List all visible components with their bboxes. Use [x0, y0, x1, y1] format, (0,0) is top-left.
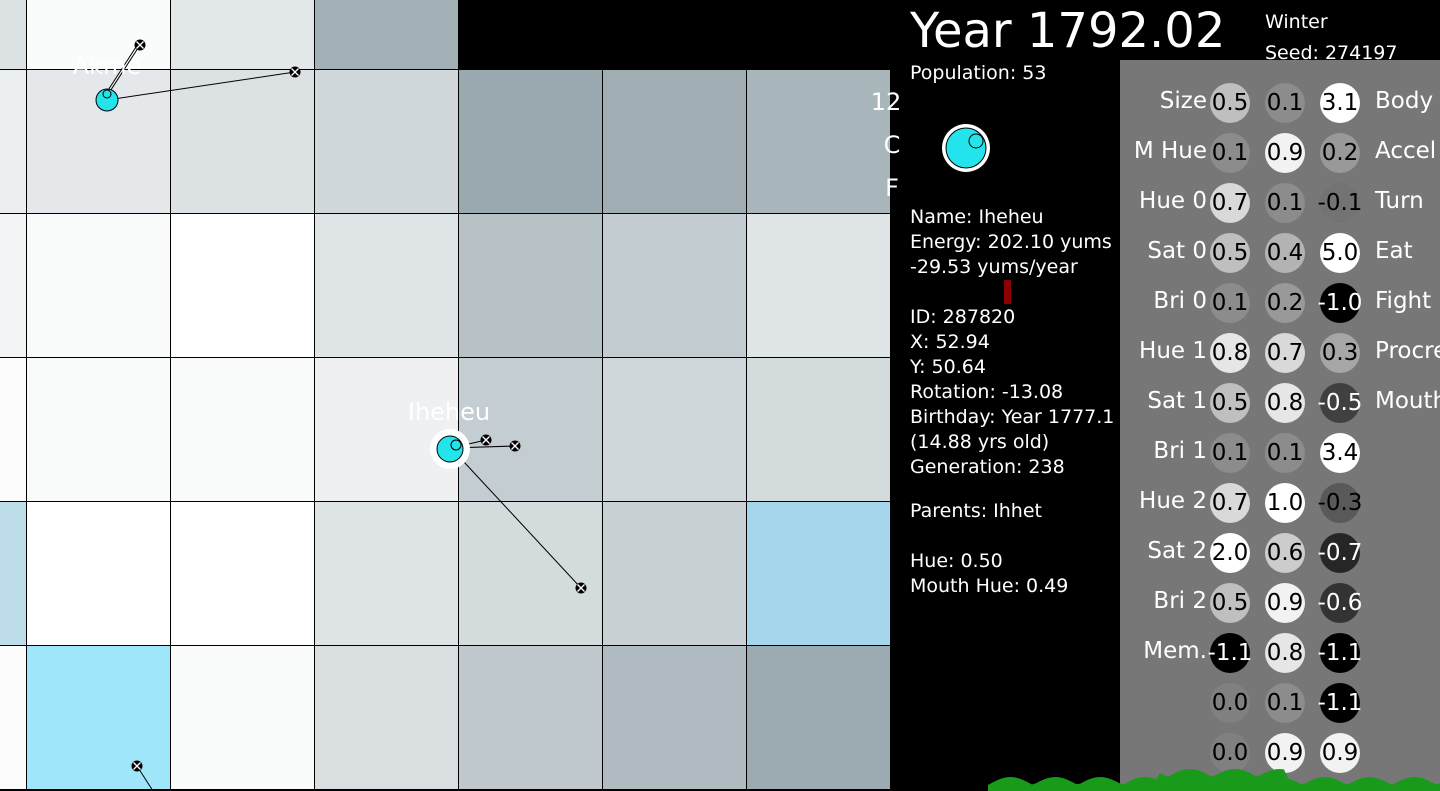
brain-node-value: 0.0: [1211, 740, 1249, 766]
brain-node-value: -0.6: [1317, 590, 1363, 616]
brain-input-label: Sat 1: [1147, 388, 1207, 414]
brain-node-value: -0.5: [1317, 390, 1363, 416]
brain-node-value: 0.4: [1266, 240, 1304, 266]
brain-input-label: Bri 0: [1153, 288, 1207, 314]
brain-node-value: 0.5: [1211, 590, 1249, 616]
creature-label-iheheu: Iheheu: [407, 398, 491, 426]
year-display: Year 1792.02: [910, 3, 1226, 59]
brain-node-value: -1.0: [1317, 290, 1363, 316]
brain-input-label: Hue 1: [1139, 338, 1207, 364]
brain-node-value: 0.7: [1266, 340, 1304, 366]
brain-node-value: 0.2: [1266, 290, 1304, 316]
creature-birthday: Birthday: Year 1777.1: [910, 406, 1115, 428]
brain-output-label: Body: [1375, 88, 1434, 114]
brain-input-label: M Hue: [1133, 138, 1207, 164]
creature-y: Y: 50.64: [910, 356, 986, 378]
brain-node-value: 0.1: [1211, 290, 1249, 316]
creature-energy-rate: -29.53 yums/year: [910, 256, 1078, 278]
brain-output-label: Turn: [1375, 188, 1424, 214]
side-text-1: 12: [870, 88, 902, 116]
brain-node-value: 1.0: [1266, 490, 1304, 516]
brain-node-value: 0.5: [1211, 390, 1249, 416]
brain-node-value: 0.1: [1266, 690, 1304, 716]
population-graph: [988, 769, 1440, 791]
brain-node-value: -1.1: [1317, 690, 1363, 716]
brain-input-label: Sat 2: [1147, 538, 1207, 564]
brain-node-value: 0.1: [1266, 190, 1304, 216]
brain-input-label: Bri 1: [1153, 438, 1207, 464]
creature-layer: [95, 39, 587, 791]
brain-node-value: -1.1: [1317, 640, 1363, 666]
brain-node-value: 0.9: [1321, 740, 1359, 766]
selected-creature-icon: [942, 124, 990, 172]
brain-output-label: Eat: [1375, 238, 1413, 264]
energy-rate-bar: [1004, 280, 1011, 304]
creature-rotation: Rotation: -13.08: [910, 381, 1064, 403]
creature-age: (14.88 yrs old): [910, 431, 1050, 453]
brain-output-label: Procre: [1375, 338, 1440, 364]
brain-node-value: 0.5: [1211, 240, 1249, 266]
brain-node-value: -0.3: [1317, 490, 1363, 516]
season-label: Winter: [1265, 11, 1328, 33]
creature-hue: Hue: 0.50: [910, 550, 1003, 572]
creature-id: ID: 287820: [910, 306, 1016, 328]
brain-node-value: 0.7: [1211, 490, 1249, 516]
brain-node-value: 3.4: [1321, 440, 1359, 466]
info-panel: Year 1792.02 Winter Seed: 274197 Populat…: [902, 0, 1440, 791]
brain-input-label: Bri 2: [1153, 588, 1207, 614]
creature-energy: Energy: 202.10 yums: [910, 231, 1112, 253]
brain-node-value: 0.9: [1266, 740, 1304, 766]
brain-node-value: 0.2: [1321, 140, 1359, 166]
brain-node-value: -0.7: [1317, 540, 1363, 566]
side-text-2: C: [883, 131, 901, 159]
brain-node-value: -0.1: [1317, 190, 1363, 216]
brain-node-value: -1.1: [1207, 640, 1253, 666]
creature-label-akme: Akme: [72, 52, 142, 80]
brain-node-value: 0.8: [1211, 340, 1249, 366]
brain-output-label: Accel: [1375, 138, 1437, 164]
brain-node-value: 0.9: [1266, 590, 1304, 616]
population-graph-area: [988, 769, 1440, 791]
brain-node-value: 0.1: [1266, 90, 1304, 116]
brain-node-value: 0.0: [1211, 690, 1249, 716]
side-text-3: F: [885, 174, 899, 202]
world-view[interactable]: Akme Iheheu 12 C F: [0, 0, 902, 791]
brain-node-value: 5.0: [1321, 240, 1359, 266]
brain-node-value: 0.9: [1266, 140, 1304, 166]
brain-node-value: 0.1: [1211, 140, 1249, 166]
brain-node-value: 3.1: [1321, 90, 1359, 116]
brain-node-value: 2.0: [1211, 540, 1249, 566]
brain-input-label: Hue 2: [1139, 488, 1207, 514]
brain-input-label: Mem.: [1143, 638, 1207, 664]
brain-node-value: 0.6: [1266, 540, 1304, 566]
population-count: Population: 53: [910, 62, 1047, 84]
creature-parents: Parents: Ihhet: [910, 500, 1042, 522]
brain-node-value: 0.5: [1211, 90, 1249, 116]
creature-x: X: 52.94: [910, 331, 990, 353]
brain-panel: Size M Hue Hue 0 Sat 0 Bri 0 Hue 1 Sat 1 Bri 1H…: [1120, 60, 1440, 791]
brain-input-label: Sat 0: [1147, 238, 1207, 264]
brain-node-value: 0.7: [1211, 190, 1249, 216]
brain-node-value: 0.1: [1211, 440, 1249, 466]
brain-input-label: Hue 0: [1139, 188, 1207, 214]
creature-mouth-hue: Mouth Hue: 0.49: [910, 575, 1069, 597]
brain-output-label: Fight: [1375, 288, 1432, 314]
brain-node-value: 0.3: [1321, 340, 1359, 366]
brain-node-value: 0.8: [1266, 640, 1304, 666]
brain-node-value: 0.1: [1266, 440, 1304, 466]
creature-generation: Generation: 238: [910, 456, 1065, 478]
brain-node-value: 0.8: [1266, 390, 1304, 416]
brain-output-label: Mouth: [1375, 388, 1440, 414]
creature-name: Name: Iheheu: [910, 206, 1044, 228]
